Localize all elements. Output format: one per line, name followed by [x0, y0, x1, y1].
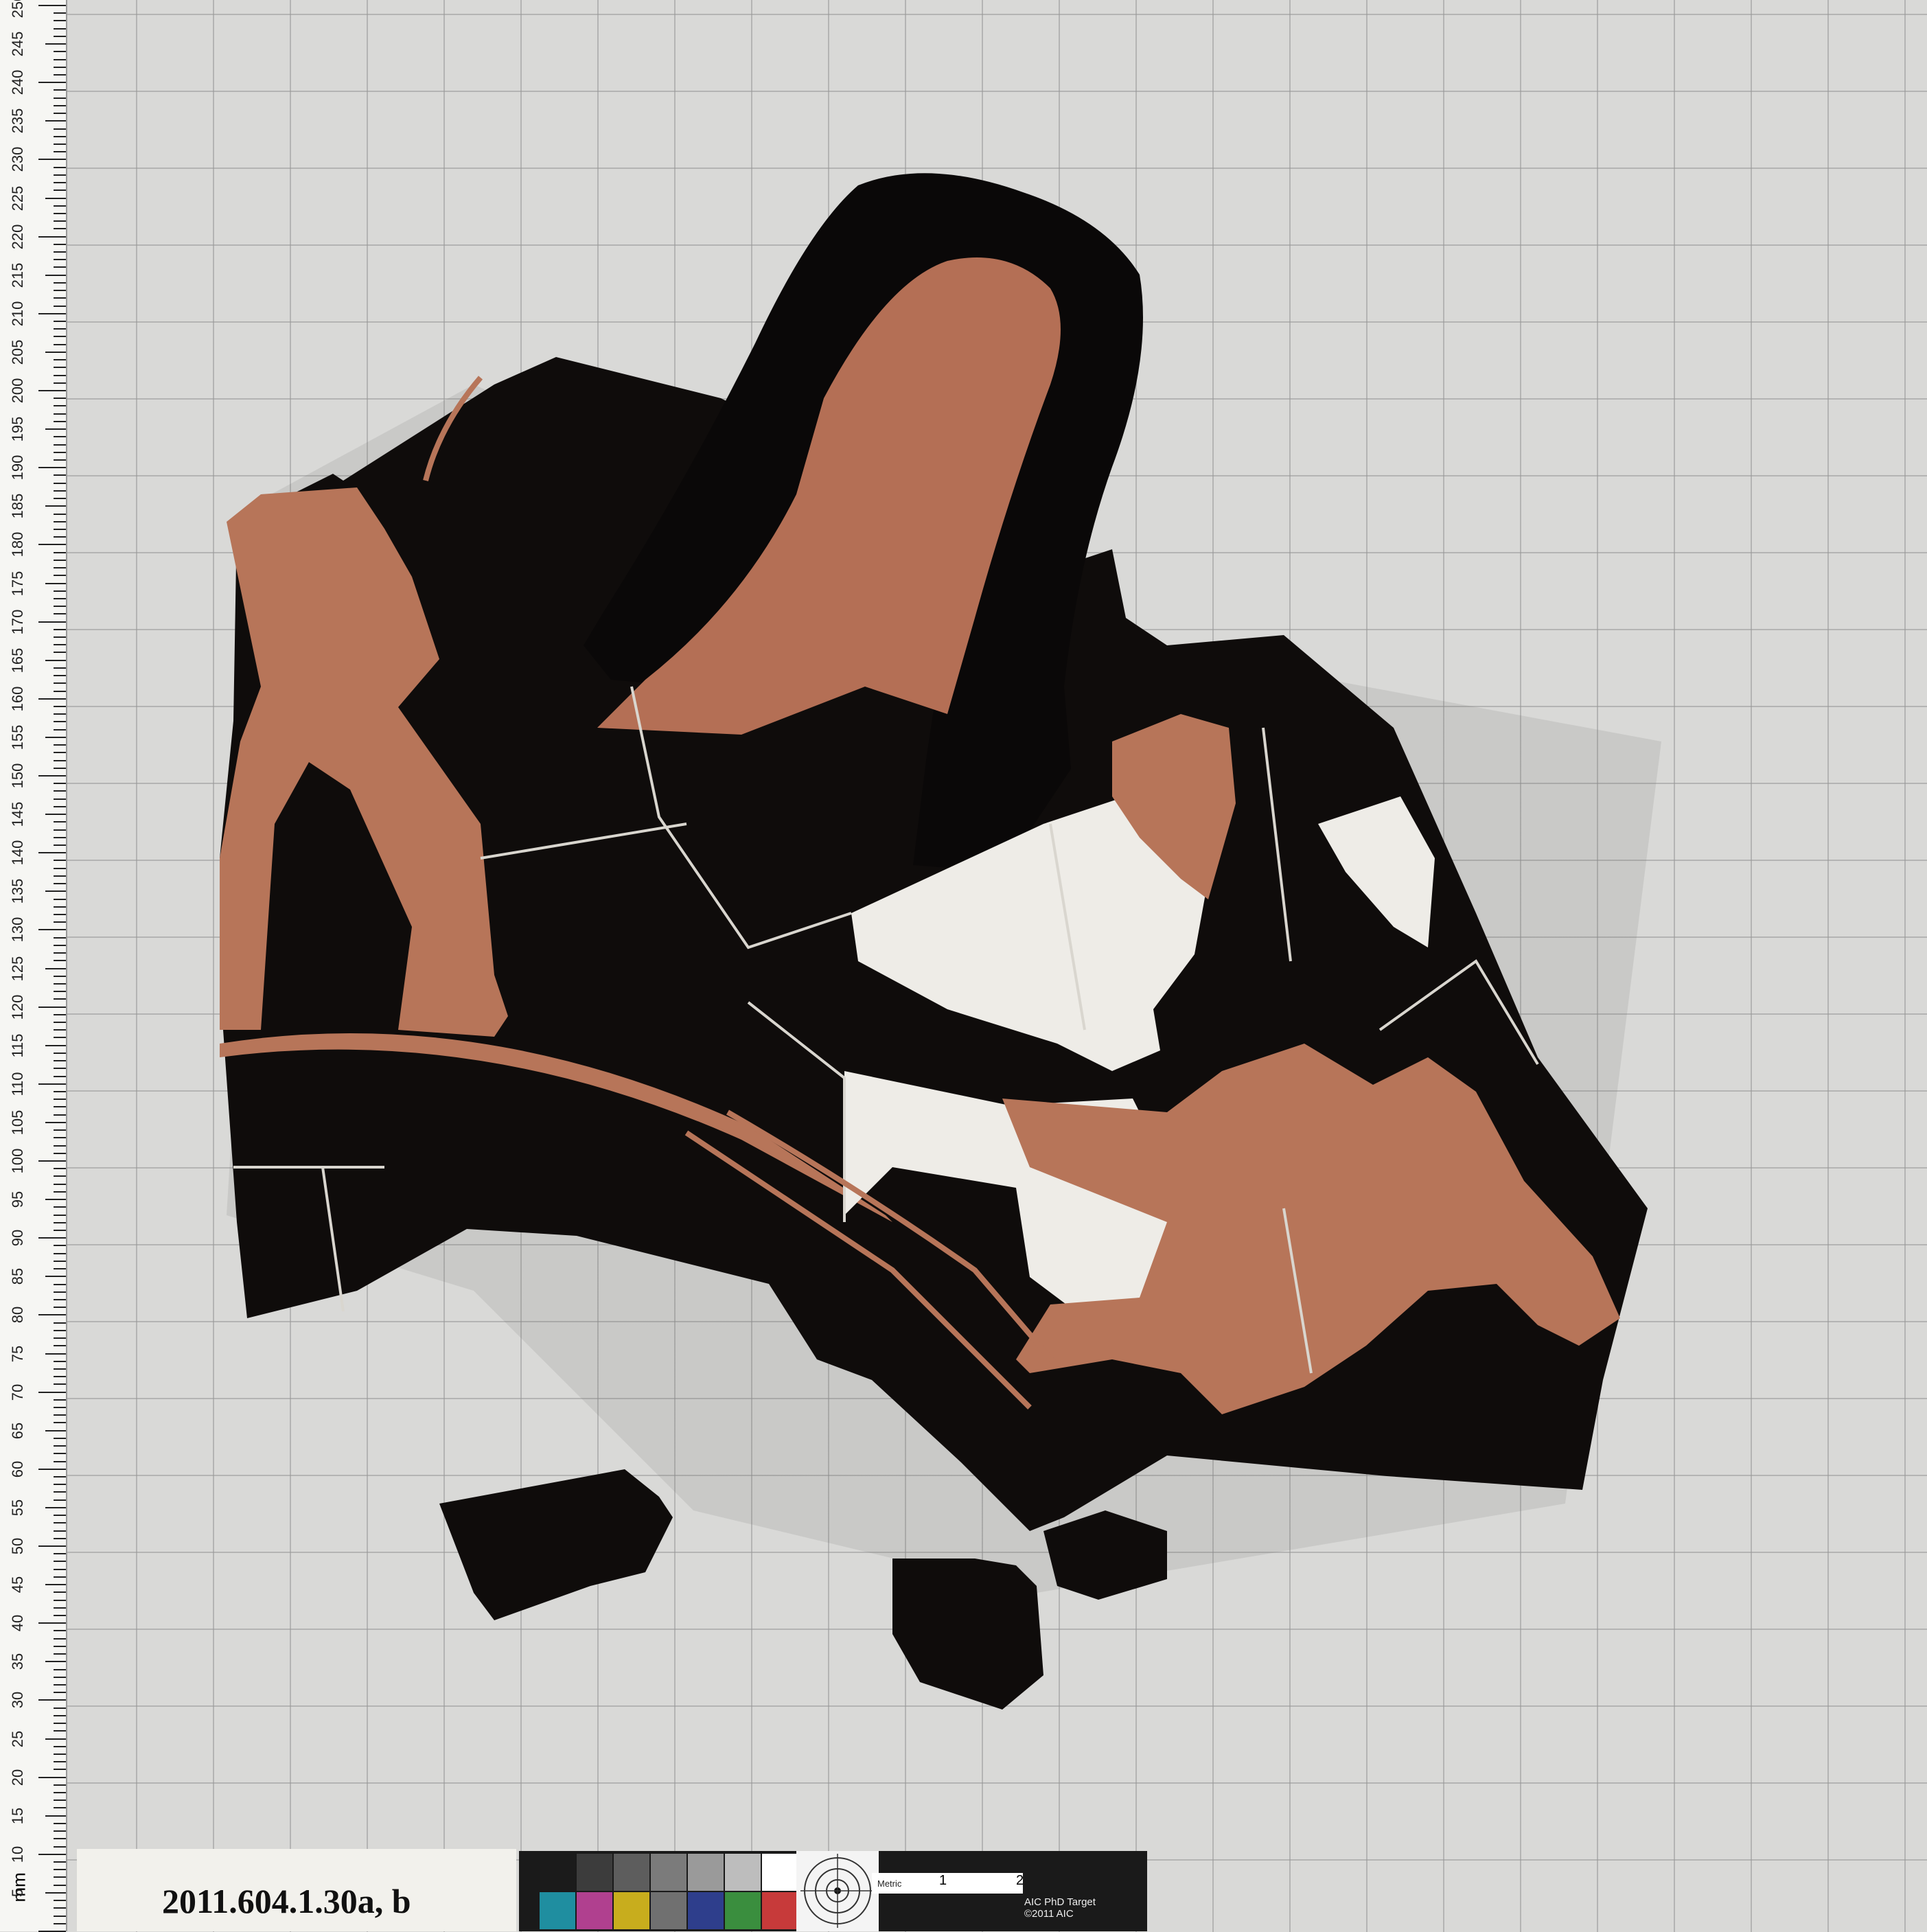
color-swatch — [688, 1892, 724, 1929]
aic-copyright: ©2011 AIC — [1024, 1908, 1074, 1920]
color-swatch — [614, 1892, 649, 1929]
color-swatch — [762, 1892, 798, 1929]
gray-swatch — [688, 1854, 724, 1891]
metric-label: Metric — [877, 1878, 902, 1889]
gray-swatch — [651, 1854, 686, 1891]
small-fragment-bottom — [892, 1559, 1043, 1710]
color-swatch — [725, 1892, 761, 1929]
small-fragment-left — [439, 1469, 673, 1620]
accession-number: 2011.604.1.30a, b — [162, 1882, 411, 1920]
gray-swatch — [725, 1854, 761, 1891]
aic-title: AIC PhD Target — [1024, 1896, 1096, 1908]
gray-swatch — [540, 1854, 575, 1891]
focus-target-icon — [796, 1851, 879, 1931]
gray-swatch — [762, 1854, 798, 1891]
gray-swatch — [577, 1854, 612, 1891]
metric-mark-2: 2 — [1016, 1873, 1024, 1888]
color-swatch — [577, 1892, 612, 1929]
color-swatch — [651, 1892, 686, 1929]
aic-target-caption: AIC PhD Target ©2011 AIC — [1024, 1896, 1141, 1920]
vase-fragment-photo — [220, 173, 1661, 1710]
metric-mark-1: 1 — [939, 1873, 947, 1888]
gray-swatch — [614, 1854, 649, 1891]
color-swatch — [540, 1892, 575, 1929]
